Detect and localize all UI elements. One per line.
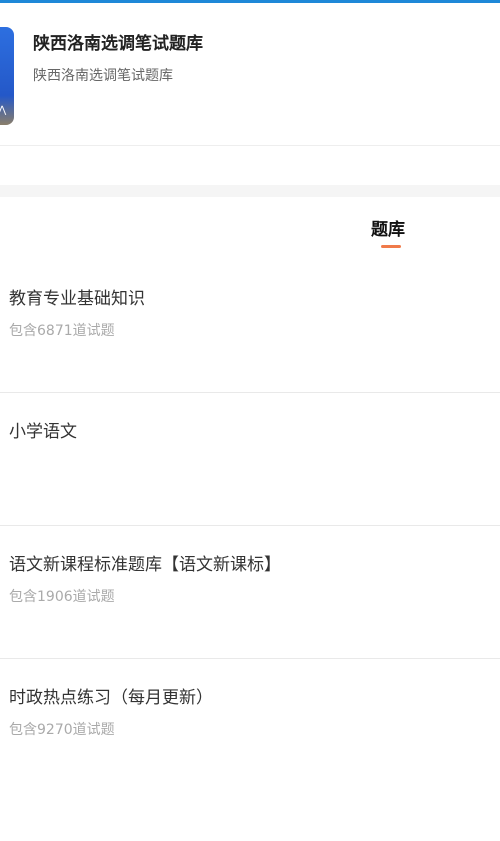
list-item-title: 语文新课程标准题库【语文新课标】	[9, 555, 281, 575]
bank-cover-image: ⋀	[0, 27, 14, 125]
cover-mark-icon: ⋀	[0, 105, 7, 116]
list-item-title: 时政热点练习（每月更新）	[9, 688, 213, 708]
tab-question-bank[interactable]: 题库	[371, 218, 405, 242]
bank-title: 陕西洛南选调笔试题库	[33, 34, 203, 54]
list-item[interactable]: 语文新课程标准题库【语文新课标】 包含1906道试题	[0, 526, 500, 659]
list-item-title: 小学语文	[9, 422, 77, 442]
list-item[interactable]: 教育专业基础知识 包含6871道试题	[0, 260, 500, 393]
list-item-title: 教育专业基础知识	[9, 289, 145, 309]
list-item[interactable]: 时政热点练习（每月更新） 包含9270道试题	[0, 659, 500, 792]
active-tab-indicator	[381, 245, 401, 248]
list-item-count: 包含6871道试题	[9, 323, 115, 339]
section-divider	[0, 185, 500, 197]
list-item-count: 包含9270道试题	[9, 722, 115, 738]
bank-header: ⋀ 陕西洛南选调笔试题库 陕西洛南选调笔试题库	[0, 3, 500, 146]
tab-bar: 题库	[0, 197, 500, 257]
list-item-count: 包含1906道试题	[9, 589, 115, 605]
bank-subtitle: 陕西洛南选调笔试题库	[33, 68, 173, 84]
list-item[interactable]: 小学语文	[0, 393, 500, 526]
